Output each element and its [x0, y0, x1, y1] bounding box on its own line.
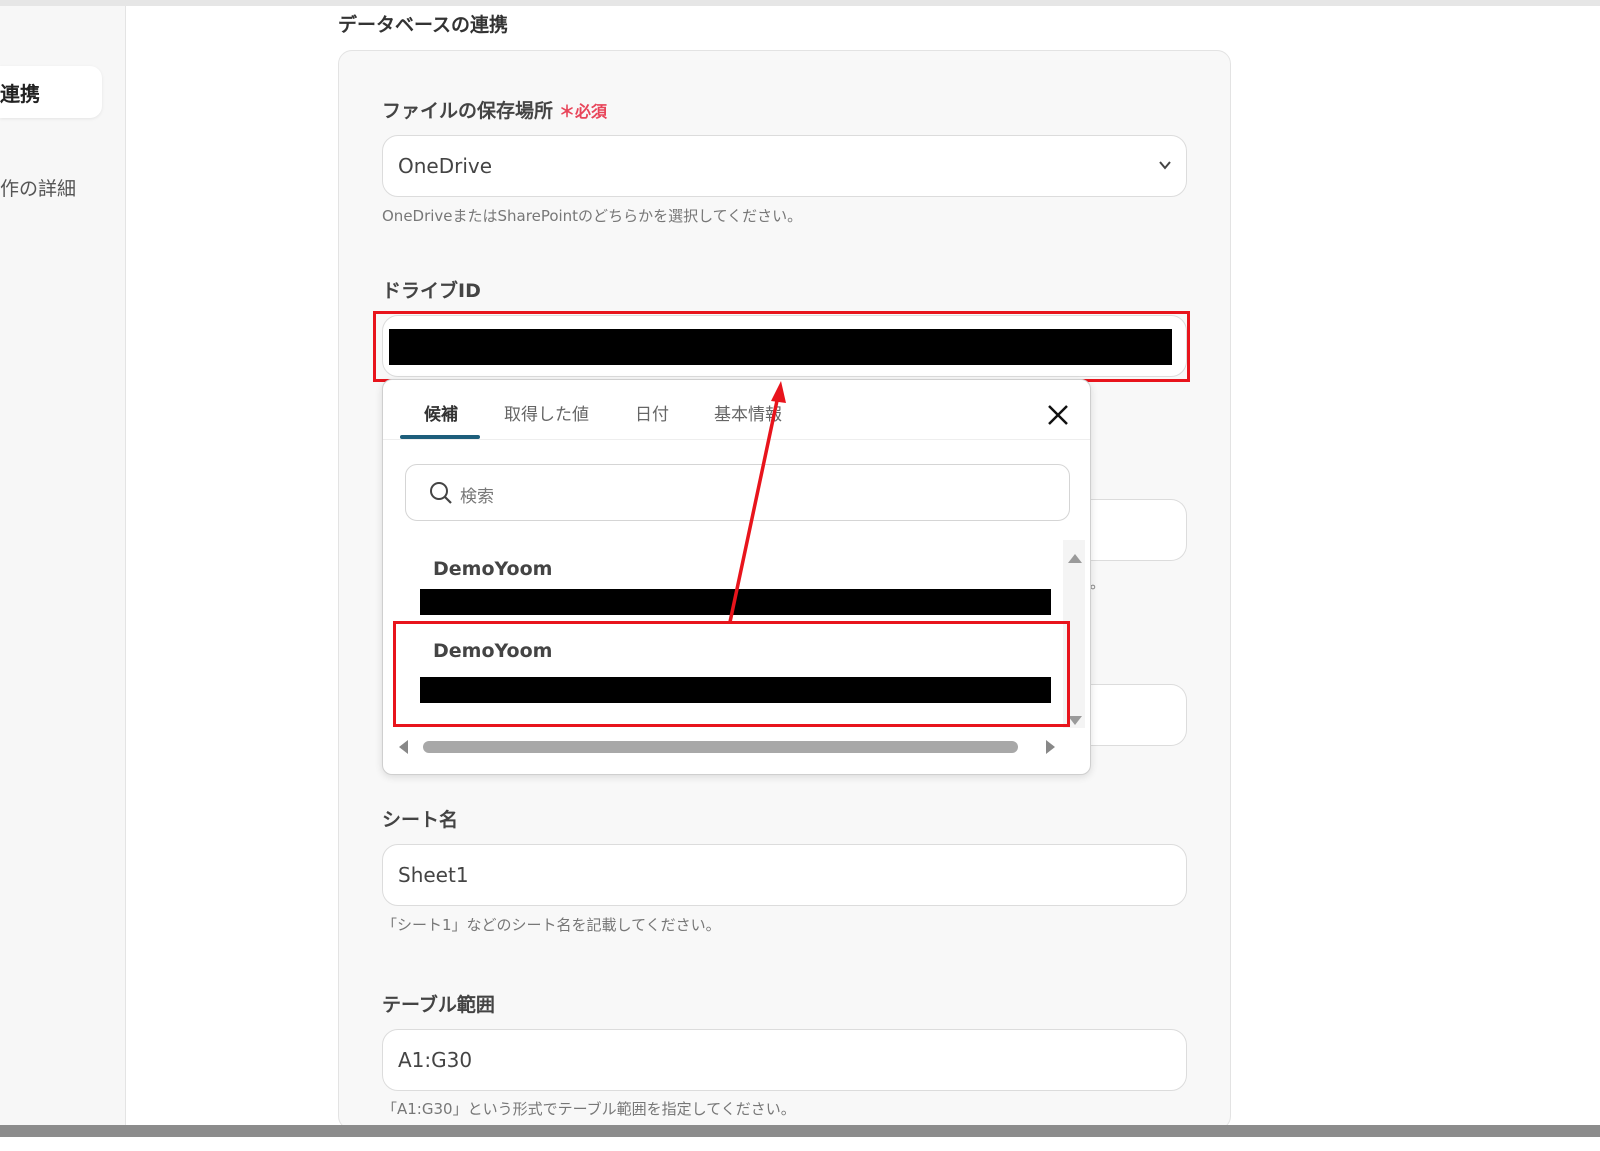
- bottom-strip: [0, 1137, 1600, 1151]
- storage-help: OneDriveまたはSharePointのどちらかを選択してください。: [382, 207, 803, 225]
- highlight-box-option: [393, 621, 1070, 727]
- sidebar-item-active[interactable]: 連携: [0, 66, 102, 118]
- drive-id-label: ドライブID: [382, 280, 481, 302]
- search-input[interactable]: 検索: [405, 464, 1070, 521]
- required-badge: ＊必須: [559, 102, 608, 121]
- scroll-right-arrow-icon[interactable]: [1046, 740, 1055, 754]
- section-title: データベースの連携: [338, 14, 509, 36]
- table-range-input[interactable]: A1:G30: [382, 1029, 1187, 1091]
- storage-select[interactable]: OneDrive: [382, 135, 1187, 197]
- search-icon: [430, 482, 452, 504]
- tab-date[interactable]: 日付: [635, 400, 669, 425]
- table-range-value: A1:G30: [398, 1048, 473, 1072]
- storage-select-value: OneDrive: [398, 154, 493, 178]
- sidebar-item-label: 作の詳細: [0, 178, 77, 200]
- sheet-input[interactable]: Sheet1: [382, 844, 1187, 906]
- tab-candidates[interactable]: 候補: [424, 400, 458, 425]
- tab-fetched-values[interactable]: 取得した値: [504, 400, 589, 425]
- bottom-bar: [0, 1125, 1600, 1137]
- storage-label-text: ファイルの保存場所: [382, 100, 554, 122]
- page: 連携 作の詳細 データベースの連携 ファイルの保存場所 ＊必須 OneDrive …: [0, 0, 1600, 1151]
- sheet-help: 「シート1」などのシート名を記載してください。: [382, 916, 721, 934]
- scroll-left-arrow-icon[interactable]: [399, 740, 408, 754]
- tab-basic-info[interactable]: 基本情報: [714, 400, 782, 425]
- scroll-down-arrow-icon[interactable]: [1068, 716, 1082, 725]
- sheet-input-value: Sheet1: [398, 863, 469, 887]
- chevron-down-icon: [1159, 161, 1171, 170]
- search-placeholder: 検索: [460, 487, 494, 507]
- horizontal-scrollbar-thumb[interactable]: [423, 741, 1018, 753]
- table-range-help: 「A1:G30」という形式でテーブル範囲を指定してください。: [382, 1100, 796, 1118]
- option-1-title[interactable]: DemoYoom: [433, 558, 552, 580]
- storage-label: ファイルの保存場所 ＊必須: [382, 96, 607, 123]
- table-range-label: テーブル範囲: [382, 994, 495, 1016]
- highlight-box-drive-id: [373, 311, 1190, 382]
- sidebar: 連携 作の詳細: [0, 6, 126, 1125]
- sheet-label: シート名: [382, 809, 459, 831]
- top-divider: [0, 0, 1600, 6]
- close-icon[interactable]: [1045, 402, 1071, 428]
- redacted-option-1-value: [420, 589, 1051, 615]
- sidebar-item-details[interactable]: 作の詳細: [0, 174, 76, 201]
- tabs-divider: [383, 439, 1090, 440]
- scroll-up-arrow-icon[interactable]: [1068, 554, 1082, 563]
- sidebar-item-label: 連携: [0, 81, 40, 106]
